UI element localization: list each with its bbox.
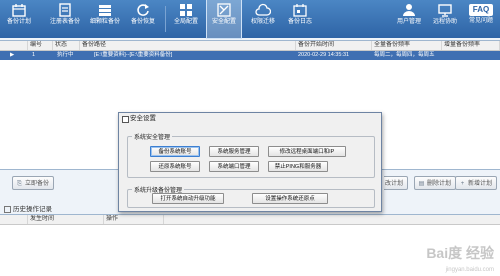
cell-start-time: 2020-02-29 14:35:31 bbox=[298, 52, 350, 58]
history-table: 发生时间 操作 bbox=[0, 214, 500, 276]
baidu-watermark-url: jingyan.baidu.com bbox=[445, 267, 494, 273]
set-restore-point-button[interactable]: 设置操作系统还原点 bbox=[252, 193, 328, 204]
row-pointer: ▶ bbox=[10, 52, 15, 58]
remote-assist-label: 远程协助 bbox=[432, 19, 457, 25]
faq-button[interactable]: FAQ 常见问题 bbox=[464, 0, 498, 38]
collapse-icon[interactable] bbox=[4, 205, 11, 213]
granular-backup-button[interactable]: 细颗粒备份 bbox=[88, 0, 122, 38]
header-blank bbox=[0, 41, 28, 50]
user-icon bbox=[403, 4, 415, 16]
enable-auto-upgrade-button[interactable]: 打开系统自动升级功能 bbox=[152, 193, 224, 204]
global-config-button[interactable]: 全局配置 bbox=[169, 0, 203, 38]
backup-plan-button[interactable]: 备份计划 bbox=[2, 0, 36, 38]
delete-plan-button[interactable]: ▤ 删除计划 bbox=[414, 176, 457, 190]
header-full-freq: 全量备份频率 bbox=[372, 41, 442, 50]
refresh-icon bbox=[137, 4, 149, 16]
registry-backup-label: 注册表备份 bbox=[49, 19, 80, 25]
faq-icon: FAQ bbox=[469, 4, 493, 16]
system-port-manage-button[interactable]: 系统端口管理 bbox=[209, 161, 259, 172]
backup-restore-label: 备份恢复 bbox=[130, 19, 155, 25]
log-icon bbox=[293, 4, 307, 17]
user-management-button[interactable]: 用户管理 bbox=[392, 0, 426, 38]
granular-backup-label: 细颗粒备份 bbox=[89, 19, 120, 25]
global-config-label: 全局配置 bbox=[173, 19, 198, 25]
permission-migrate-label: 权限迁移 bbox=[250, 19, 275, 25]
cell-incr-freq bbox=[442, 51, 500, 60]
cell-full-freq: 每周二，每周四，每周五 bbox=[374, 52, 435, 58]
modify-rdp-port-ip-button[interactable]: 修改远程桌面端口和IP bbox=[268, 146, 346, 157]
backup-plan-label: 备份计划 bbox=[6, 19, 31, 25]
dialog-title: 安全设置 bbox=[130, 115, 156, 122]
registry-icon bbox=[59, 3, 71, 17]
run-now-label: 立即备份 bbox=[25, 181, 50, 187]
table-header: 编号 状态 备份路径 备份开始时间 全量备份频率 增量备份频率 bbox=[0, 41, 500, 51]
cell-id: 1 bbox=[32, 52, 36, 58]
system-security-group: 系统安全管理 备份系统账号 系统服务管理 修改远程桌面端口和IP 还原系统账号 … bbox=[127, 132, 375, 178]
modify-plan-label: 改计划 bbox=[385, 181, 404, 187]
restore-system-account-button[interactable]: 还原系统账号 bbox=[150, 161, 200, 172]
table-row[interactable]: ▶ 1 执行中 [E:\重要资料]--[E:\重要资料备份] 2020-02-2… bbox=[0, 51, 500, 60]
run-icon: ⎘ bbox=[17, 181, 22, 187]
backup-restore-button[interactable]: 备份恢复 bbox=[126, 0, 160, 38]
history-section-label: 历史操作记录 bbox=[4, 203, 52, 213]
registry-backup-button[interactable]: 注册表备份 bbox=[48, 0, 82, 38]
new-plan-button[interactable]: + 新增计划 bbox=[455, 176, 498, 190]
delete-plan-label: 删除计划 bbox=[427, 181, 452, 187]
cell-status: 执行中 bbox=[57, 52, 74, 58]
cloud-icon bbox=[255, 3, 271, 16]
system-security-group-label: 系统安全管理 bbox=[132, 132, 173, 141]
history-title: 历史操作记录 bbox=[13, 206, 52, 213]
security-icon bbox=[217, 3, 231, 17]
history-header-time: 发生时间 bbox=[28, 215, 104, 224]
backup-system-account-button[interactable]: 备份系统账号 bbox=[150, 146, 200, 157]
header-status: 状态 bbox=[53, 41, 80, 50]
grid-icon bbox=[180, 4, 192, 16]
permission-migrate-button[interactable]: 权限迁移 bbox=[246, 0, 280, 38]
plus-icon: + bbox=[460, 181, 465, 187]
delete-icon: ▤ bbox=[418, 181, 425, 187]
run-now-button[interactable]: ⎘ 立即备份 bbox=[12, 176, 55, 190]
monitor-icon bbox=[438, 4, 452, 17]
baidu-watermark: Bai度 经验 bbox=[426, 245, 494, 261]
header-path: 备份路径 bbox=[80, 41, 296, 50]
history-header-blank bbox=[0, 215, 28, 224]
security-settings-dialog: 安全设置 系统安全管理 备份系统账号 系统服务管理 修改远程桌面端口和IP 还原… bbox=[118, 112, 382, 212]
calendar-icon bbox=[12, 4, 26, 17]
header-id: 编号 bbox=[28, 41, 53, 50]
backup-log-button[interactable]: 备份日志 bbox=[283, 0, 317, 38]
faq-label: 常见问题 bbox=[468, 18, 493, 24]
remote-assist-button[interactable]: 远程协助 bbox=[428, 0, 462, 38]
system-service-manage-button[interactable]: 系统服务管理 bbox=[209, 146, 259, 157]
user-management-label: 用户管理 bbox=[396, 19, 421, 25]
header-incr-freq: 增量备份频率 bbox=[442, 41, 500, 50]
security-config-button[interactable]: 安全配置 bbox=[206, 0, 242, 39]
history-header: 发生时间 操作 bbox=[0, 215, 500, 225]
upgrade-backup-group: 系统升级备份管理 打开系统自动升级功能 设置操作系统还原点 bbox=[127, 185, 375, 208]
disable-ping-button[interactable]: 禁止PING和服务器 bbox=[268, 161, 328, 172]
modify-plan-button[interactable]: 改计划 bbox=[384, 176, 409, 190]
toolbar-divider bbox=[165, 6, 166, 32]
header-start-time: 备份开始时间 bbox=[296, 41, 372, 50]
backup-log-label: 备份日志 bbox=[287, 19, 312, 25]
history-header-operation: 操作 bbox=[104, 215, 164, 224]
security-config-label: 安全配置 bbox=[211, 19, 236, 25]
new-plan-label: 新增计划 bbox=[468, 181, 493, 187]
granular-backup-icon bbox=[99, 5, 111, 16]
main-toolbar: 备份计划 注册表备份 细颗粒备份 备份恢复 全局配置 安全配置 权限迁移 备份日… bbox=[0, 0, 500, 39]
cell-path: [E:\重要资料]--[E:\重要资料备份] bbox=[94, 52, 173, 58]
